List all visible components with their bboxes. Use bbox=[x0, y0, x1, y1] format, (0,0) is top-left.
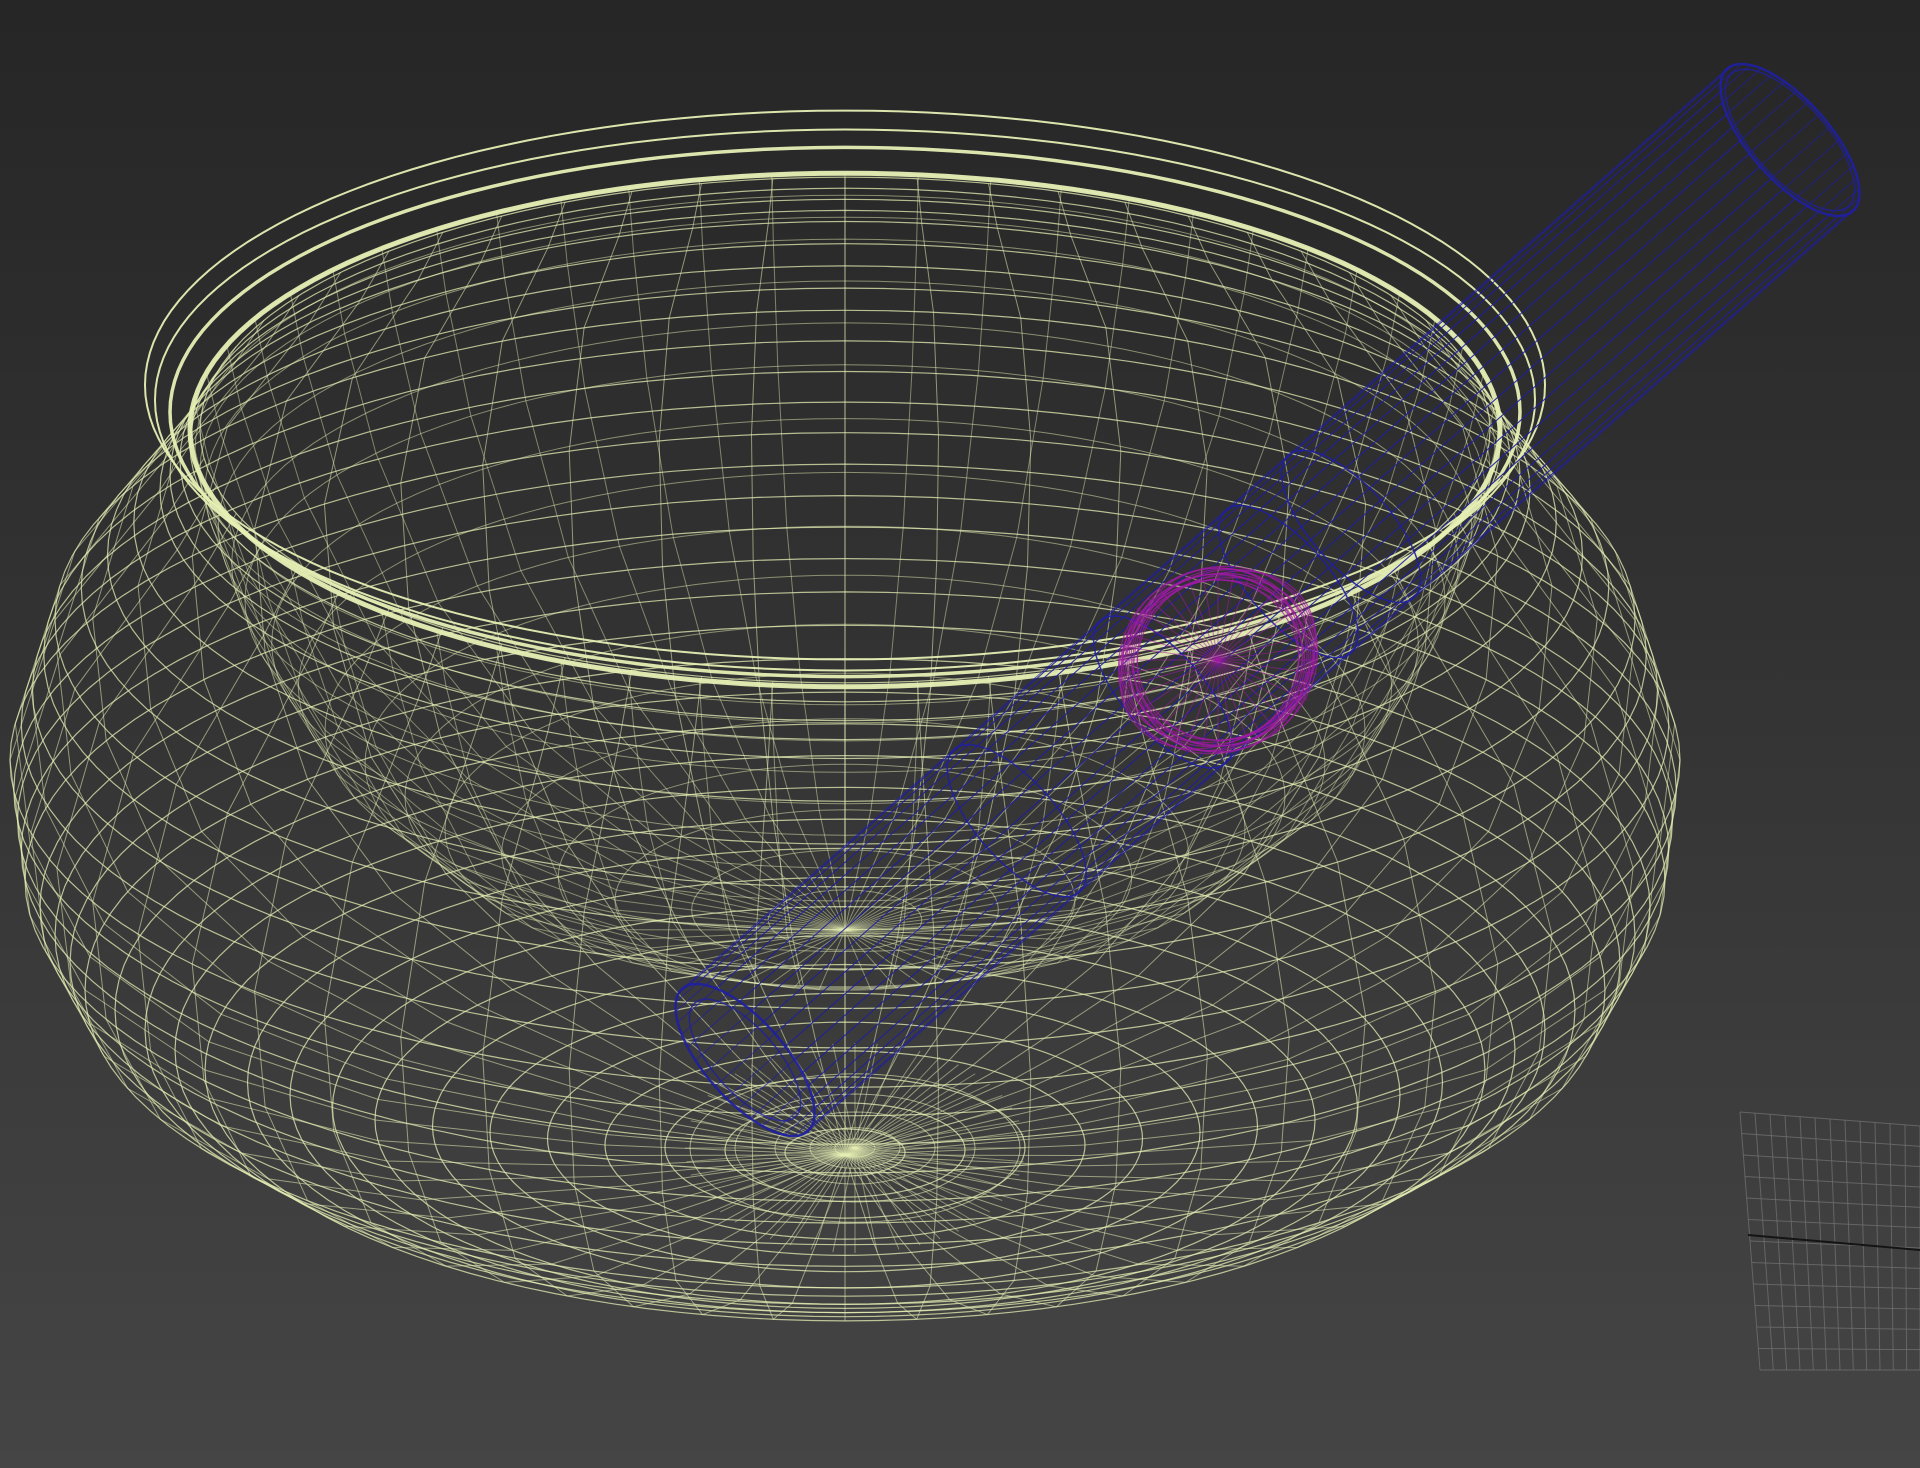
bowl-meridian bbox=[844, 373, 1660, 1156]
grid-line bbox=[1758, 1348, 1920, 1351]
grid-axis-line bbox=[1747, 1234, 1920, 1251]
bowl-meridian bbox=[844, 250, 1436, 1156]
stick-edge-line bbox=[739, 81, 1785, 1002]
bowl-inner-meridian bbox=[496, 212, 846, 931]
stick-edge-line bbox=[794, 139, 1840, 1060]
striker-head-wireframe[interactable] bbox=[1117, 565, 1319, 755]
viewport-canvas[interactable] bbox=[0, 0, 1920, 1468]
bowl-inner-meridian bbox=[844, 248, 1309, 931]
bowl-pole-spoke bbox=[854, 1147, 976, 1223]
bowl-pole-spoke bbox=[854, 1120, 1020, 1149]
bowl-wireframe[interactable] bbox=[9, 109, 1681, 1322]
bowl-inner-meridian bbox=[381, 248, 846, 931]
stick-edge-line bbox=[801, 152, 1848, 1074]
stick-edge-line bbox=[774, 113, 1821, 1035]
stick-edge-line bbox=[727, 73, 1773, 995]
bowl-meridian bbox=[254, 250, 846, 1156]
bowl-pole-spoke bbox=[854, 1073, 976, 1149]
bowl-meridian bbox=[30, 373, 846, 1156]
stick-edge-line bbox=[751, 90, 1798, 1012]
bowl-inner-meridian bbox=[844, 212, 1194, 931]
bowl-meridian bbox=[750, 681, 846, 1321]
stick-edge-line bbox=[814, 188, 1860, 1109]
home-grid bbox=[1739, 1111, 1920, 1371]
stick-edge-line bbox=[812, 177, 1858, 1099]
stick-edge-line bbox=[785, 126, 1831, 1047]
stick-edge-line bbox=[681, 68, 1728, 990]
perspective-viewport[interactable] bbox=[0, 0, 1920, 1468]
